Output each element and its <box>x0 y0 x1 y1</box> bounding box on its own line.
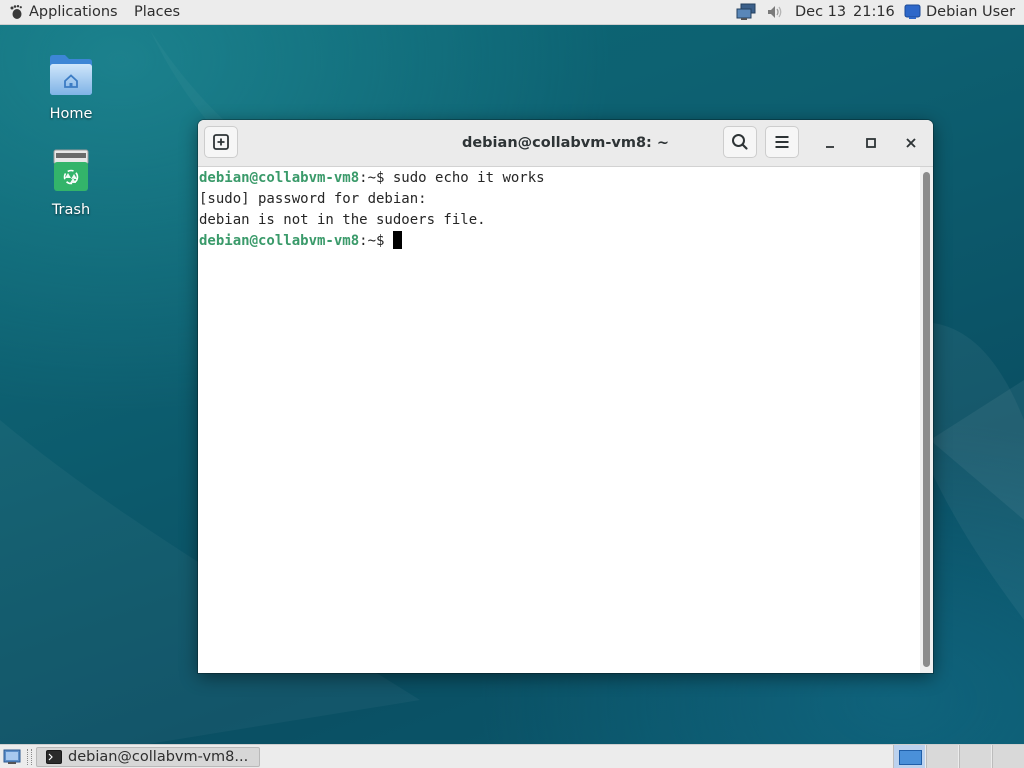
command-text: sudo echo it works <box>392 170 545 186</box>
clock-date[interactable]: Dec 13 <box>795 0 846 24</box>
applications-menu[interactable]: Applications <box>29 0 118 24</box>
terminal-line: debian@collabvm-vm8:~$ sudo echo it work… <box>199 168 545 189</box>
workspace-3[interactable] <box>959 745 991 768</box>
volume-icon[interactable] <box>766 4 784 20</box>
trash-icon <box>53 149 89 191</box>
desktop-icon-label: Home <box>49 106 93 122</box>
prompt-user: debian@collabvm-vm8 <box>199 233 360 249</box>
desktop-icon-label: Trash <box>51 202 91 218</box>
prompt-path: :~$ <box>359 170 393 186</box>
new-tab-icon <box>213 134 229 150</box>
gnome-foot-icon[interactable] <box>8 4 24 20</box>
taskbar-button-terminal[interactable]: debian@collabvm-vm8... <box>36 747 260 767</box>
workspace-2[interactable] <box>926 745 958 768</box>
terminal-output[interactable]: debian@collabvm-vm8:~$ sudo echo it work… <box>198 167 920 673</box>
taskbar-button-label: debian@collabvm-vm8... <box>68 749 249 765</box>
workspace-4[interactable] <box>992 745 1024 768</box>
terminal-line: debian is not in the sudoers file. <box>199 210 486 231</box>
search-button[interactable] <box>723 126 757 158</box>
desktop-icon-trash[interactable]: Trash <box>29 148 113 218</box>
window-title: debian@collabvm-vm8: ~ <box>461 135 670 151</box>
workspace-1[interactable] <box>893 745 925 768</box>
title-bar[interactable]: debian@collabvm-vm8: ~ <box>198 120 933 167</box>
menu-button[interactable] <box>765 126 799 158</box>
clock-time[interactable]: 21:16 <box>853 0 895 24</box>
minimize-icon[interactable] <box>820 133 840 153</box>
text-cursor <box>392 231 402 249</box>
close-icon[interactable] <box>901 133 921 153</box>
user-icon[interactable] <box>904 4 921 20</box>
places-menu[interactable]: Places <box>134 0 180 24</box>
scrollbar[interactable] <box>920 167 933 673</box>
menu-icon <box>775 136 789 148</box>
user-menu[interactable]: Debian User <box>926 0 1015 24</box>
workspace-window-preview <box>899 750 922 765</box>
home-folder-icon <box>50 55 92 95</box>
top-panel: Applications Places Dec 13 21:16 Debian … <box>0 0 1024 25</box>
search-icon <box>732 134 748 150</box>
scrollbar-thumb[interactable] <box>923 172 930 667</box>
network-icon[interactable] <box>735 3 759 21</box>
show-desktop-icon[interactable] <box>3 748 21 766</box>
new-tab-button[interactable] <box>204 126 238 158</box>
output-text: debian is not in the sudoers file. <box>199 212 486 228</box>
panel-handle[interactable] <box>27 749 32 765</box>
bottom-panel: debian@collabvm-vm8... <box>0 744 1024 768</box>
maximize-icon[interactable] <box>861 133 881 153</box>
terminal-icon <box>46 750 62 764</box>
terminal-line: [sudo] password for debian: <box>199 189 427 210</box>
terminal-line: debian@collabvm-vm8:~$ <box>199 231 402 252</box>
output-text: [sudo] password for debian: <box>199 191 427 207</box>
prompt-user: debian@collabvm-vm8 <box>199 170 360 186</box>
terminal-window[interactable]: debian@collabvm-vm8: ~ debian@collabvm-v… <box>198 120 933 673</box>
desktop-icon-home[interactable]: Home <box>29 52 113 122</box>
prompt-path: :~$ <box>359 233 393 249</box>
